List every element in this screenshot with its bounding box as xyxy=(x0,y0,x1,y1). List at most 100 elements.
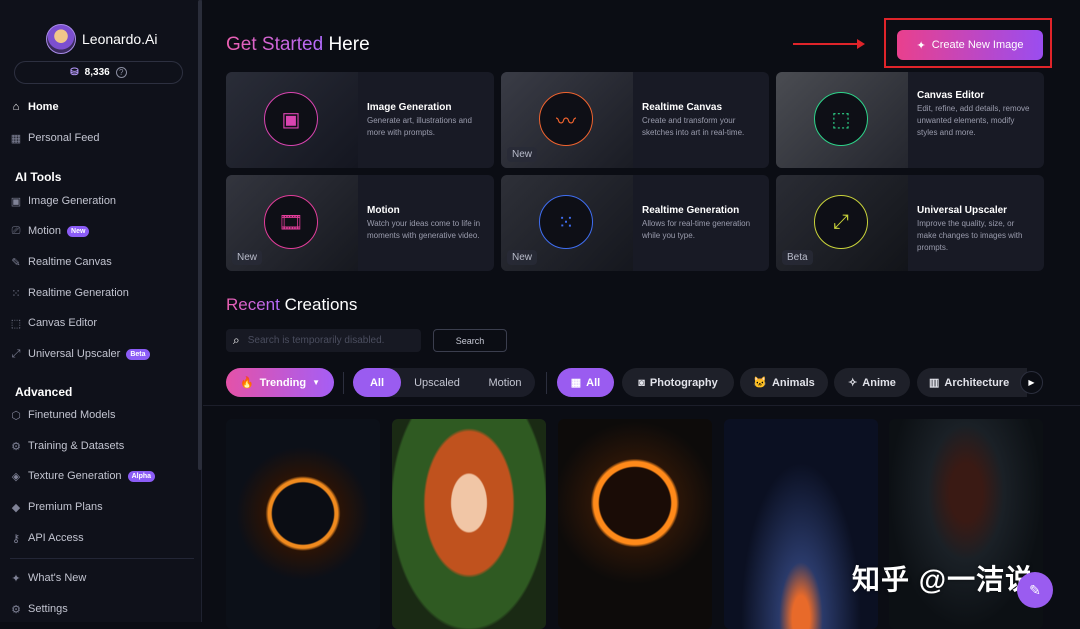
sidebar-item-label: Realtime Canvas xyxy=(28,256,112,268)
segment-all[interactable]: All xyxy=(353,368,401,397)
chip-label: All xyxy=(586,376,601,389)
card-title: Realtime Generation xyxy=(642,205,740,216)
search-input[interactable]: ⌕ Search is temporarily disabled. xyxy=(226,329,421,352)
new-tag: New xyxy=(232,250,263,265)
trending-dropdown[interactable]: 🔥 Trending ▼ xyxy=(226,368,334,397)
card-realtime-generation[interactable]: ⁙ New Realtime Generation Allows for rea… xyxy=(501,175,769,271)
sidebar-item-whats-new[interactable]: ✦ What's New xyxy=(10,568,86,588)
texture-icon: ◈ xyxy=(11,470,21,483)
beta-tag: Beta xyxy=(782,250,813,265)
credit-count: 8,336 xyxy=(84,67,110,78)
sidebar-item-finetuned-models[interactable]: ⬡ Finetuned Models xyxy=(10,405,115,425)
sidebar-item-label: Texture Generation xyxy=(28,470,122,482)
card-description: Edit, refine, add details, remove unwant… xyxy=(917,104,1030,137)
creation-image[interactable] xyxy=(226,419,380,629)
building-icon: ▥ xyxy=(929,377,940,389)
sidebar-item-label: Home xyxy=(28,101,59,113)
card-motion[interactable]: 🎞 New Motion Watch your ideas come to li… xyxy=(226,175,494,271)
select-square-icon: ⬚ xyxy=(10,317,22,330)
sidebar-item-personal-feed[interactable]: ▦ Personal Feed xyxy=(10,128,100,148)
help-icon[interactable]: ? xyxy=(115,67,127,78)
dataset-icon: ⚙ xyxy=(11,440,21,453)
alpha-badge: Alpha xyxy=(127,470,156,482)
app-logo[interactable]: Leonardo.Ai xyxy=(46,24,158,54)
upscale-icon: ⤢ xyxy=(814,195,868,249)
card-description: Create and transform your sketches into … xyxy=(642,116,745,137)
sidebar-item-canvas-editor[interactable]: ⬚ Canvas Editor xyxy=(10,313,97,333)
chat-support-icon[interactable]: ✎ xyxy=(1017,572,1053,608)
sidebar-item-premium-plans[interactable]: ◆ Premium Plans xyxy=(10,497,103,517)
segment-motion[interactable]: Motion xyxy=(473,368,537,397)
chip-anime[interactable]: ✧ Anime xyxy=(834,368,910,397)
chip-animals[interactable]: 🐱 Animals xyxy=(740,368,828,397)
sidebar-item-image-generation[interactable]: ▣ Image Generation xyxy=(10,191,116,211)
card-description: Generate art, illustrations and more wit… xyxy=(367,116,472,137)
sidebar-item-label: Motion xyxy=(28,225,62,237)
title-accent: Recent xyxy=(226,295,280,314)
create-new-image-button[interactable]: ✦ Create New Image xyxy=(897,30,1043,60)
token-icon: ⛁ xyxy=(70,67,79,78)
chevron-right-icon[interactable]: ▶ xyxy=(1020,371,1043,394)
title-rest: Here xyxy=(328,34,370,55)
chip-all[interactable]: ▦ All xyxy=(557,368,614,397)
sidebar-scrollbar[interactable] xyxy=(198,0,202,470)
filter-divider xyxy=(546,372,547,394)
sidebar-item-label: Settings xyxy=(28,603,68,615)
sidebar-item-texture-generation[interactable]: ◈ Texture Generation Alpha xyxy=(10,466,156,486)
page-title: Get Started Here xyxy=(226,34,370,56)
sidebar-item-training-datasets[interactable]: ⚙ Training & Datasets xyxy=(10,436,124,456)
chip-architecture[interactable]: ▥ Architecture xyxy=(917,368,1027,397)
chip-label: Architecture xyxy=(944,376,1010,389)
card-description: Improve the quality, size, or make chang… xyxy=(917,219,1023,252)
main-content: Get Started Here ✦ Create New Image ▣ Im… xyxy=(203,0,1080,629)
card-canvas-editor[interactable]: ⬚ Canvas Editor Edit, refine, add detail… xyxy=(776,72,1044,168)
sidebar-divider xyxy=(10,558,194,559)
segment-upscaled[interactable]: Upscaled xyxy=(405,368,469,397)
star-icon: ✧ xyxy=(848,377,858,389)
grid-dots-icon: ⁙ xyxy=(11,287,21,300)
watermark: 知乎 @一洁说 xyxy=(852,564,1035,595)
card-description: Watch your ideas come to life in moments… xyxy=(367,219,481,240)
sidebar-item-label: What's New xyxy=(28,572,87,584)
creation-image[interactable] xyxy=(558,419,712,629)
card-title: Canvas Editor xyxy=(917,90,985,101)
sidebar-item-universal-upscaler[interactable]: ⤢ Universal Upscaler Beta xyxy=(10,344,150,364)
beta-badge: Beta xyxy=(126,348,150,360)
grid-icon: ▦ xyxy=(10,132,22,145)
search-button[interactable]: Search xyxy=(433,329,507,352)
sidebar-item-api-access[interactable]: ⚷ API Access xyxy=(10,528,84,548)
sidebar-item-realtime-canvas[interactable]: ✎ Realtime Canvas xyxy=(10,252,112,272)
sidebar-item-label: Realtime Generation xyxy=(28,287,129,299)
annotation-arrow xyxy=(793,39,865,49)
card-realtime-canvas[interactable]: 〰 New Realtime Canvas Create and transfo… xyxy=(501,72,769,168)
card-title: Realtime Canvas xyxy=(642,102,723,113)
chevron-down-icon: ▼ xyxy=(312,378,321,387)
creation-image[interactable] xyxy=(392,419,546,629)
card-image-generation[interactable]: ▣ Image Generation Generate art, illustr… xyxy=(226,72,494,168)
flame-icon: 🔥 xyxy=(239,377,254,389)
grid-dots-icon: ⁙ xyxy=(539,195,593,249)
chip-label: Anime xyxy=(862,376,896,389)
sidebar-item-label: Premium Plans xyxy=(28,501,103,513)
chip-label: Photography xyxy=(649,376,718,389)
sidebar-item-motion[interactable]: ⎚ Motion New xyxy=(10,221,90,241)
card-universal-upscaler[interactable]: ⤢ Beta Universal Upscaler Improve the qu… xyxy=(776,175,1044,271)
sidebar-item-label: Finetuned Models xyxy=(28,409,116,421)
sidebar-item-label: Image Generation xyxy=(28,195,117,207)
sidebar-item-home[interactable]: ⌂ Home xyxy=(10,97,59,117)
film-icon: ⎚ xyxy=(11,224,21,237)
credits-pill[interactable]: ⛁ 8,336 ? xyxy=(14,61,183,84)
image-icon: ▣ xyxy=(264,92,318,146)
sparkle-icon: ✦ xyxy=(916,39,926,52)
sidebar-item-label: Personal Feed xyxy=(28,132,100,144)
sidebar-item-settings[interactable]: ⚙ Settings xyxy=(10,599,68,619)
card-title: Motion xyxy=(367,205,400,216)
title-rest: Creations xyxy=(284,295,358,314)
filter-divider xyxy=(343,372,344,394)
chip-label: Animals xyxy=(771,376,815,389)
sidebar-item-realtime-generation[interactable]: ⁙ Realtime Generation xyxy=(10,283,129,303)
create-button-label: Create New Image xyxy=(931,39,1024,51)
select-square-icon: ⬚ xyxy=(814,92,868,146)
chip-photography[interactable]: ◙ Photography xyxy=(622,368,734,397)
upscale-icon: ⤢ xyxy=(11,347,21,360)
